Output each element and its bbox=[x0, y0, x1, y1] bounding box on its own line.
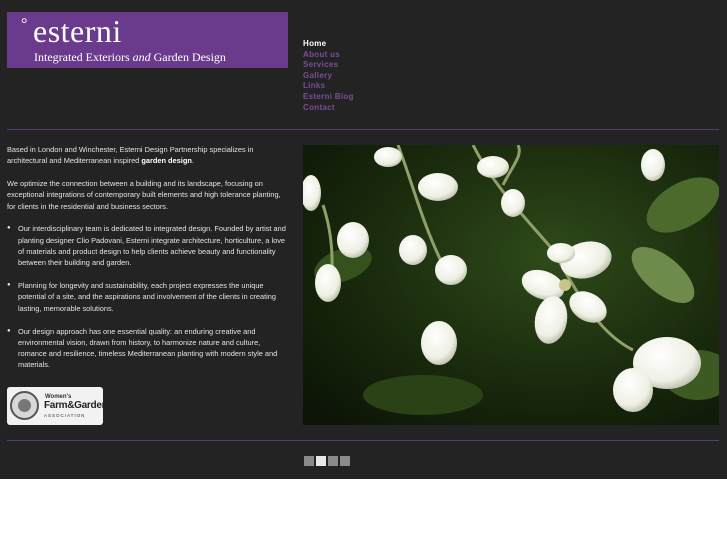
nav-home[interactable]: Home bbox=[303, 39, 354, 50]
logo-name: esterni bbox=[33, 13, 122, 49]
tagline-part1: Integrated Exteriors bbox=[34, 50, 133, 64]
nav-about-us[interactable]: About us bbox=[303, 50, 354, 61]
slide-dot-1[interactable] bbox=[304, 456, 314, 466]
wfga-badge[interactable]: Women's Farm&Garden ASSOCIATION bbox=[7, 387, 108, 425]
badge-line3: ASSOCIATION bbox=[44, 413, 86, 418]
intro-paragraph: Based in London and Winchester, Esterni … bbox=[7, 144, 289, 167]
slide-dot-4[interactable] bbox=[340, 456, 350, 466]
flower-photo-illustration bbox=[303, 145, 719, 425]
hero-photo bbox=[303, 145, 719, 425]
logo-tagline: Integrated Exteriors and Garden Design bbox=[34, 50, 226, 65]
main-nav: Home About us Services Gallery Links Est… bbox=[303, 39, 354, 113]
badge-line2: Farm&Garden bbox=[44, 400, 108, 411]
esterni-logo[interactable]: ° esterni Integrated Exteriors and Garde… bbox=[7, 12, 288, 68]
logo-degree: ° bbox=[21, 16, 28, 33]
page: ° esterni Integrated Exteriors and Garde… bbox=[0, 0, 727, 479]
list-item: Our interdisciplinary team is dedicated … bbox=[7, 223, 289, 268]
intro-bold-link: garden design bbox=[141, 156, 192, 166]
nav-services[interactable]: Services bbox=[303, 60, 354, 71]
list-item: Planning for longevity and sustainabilit… bbox=[7, 280, 289, 314]
footer-divider bbox=[7, 440, 719, 441]
slide-dot-2-active[interactable] bbox=[316, 456, 326, 466]
tagline-part2: Garden Design bbox=[150, 50, 226, 64]
approach-list: Our interdisciplinary team is dedicated … bbox=[7, 223, 289, 370]
nav-esterni-blog[interactable]: Esterni Blog bbox=[303, 92, 354, 103]
intro-content: Based in London and Winchester, Esterni … bbox=[7, 144, 289, 382]
slide-dot-3[interactable] bbox=[328, 456, 338, 466]
intro-end: . bbox=[191, 156, 194, 166]
tagline-and: and bbox=[132, 50, 151, 64]
slideshow-pager bbox=[304, 453, 352, 471]
list-item: Our design approach has one essential qu… bbox=[7, 326, 289, 371]
header-divider bbox=[7, 129, 719, 130]
intro-text: Based in London and Winchester, Esterni … bbox=[7, 145, 254, 166]
wfga-seal-icon bbox=[10, 391, 39, 420]
optimize-paragraph: We optimize the connection between a bui… bbox=[7, 179, 281, 211]
nav-links[interactable]: Links bbox=[303, 81, 354, 92]
nav-contact[interactable]: Contact bbox=[303, 103, 354, 114]
nav-gallery[interactable]: Gallery bbox=[303, 71, 354, 82]
